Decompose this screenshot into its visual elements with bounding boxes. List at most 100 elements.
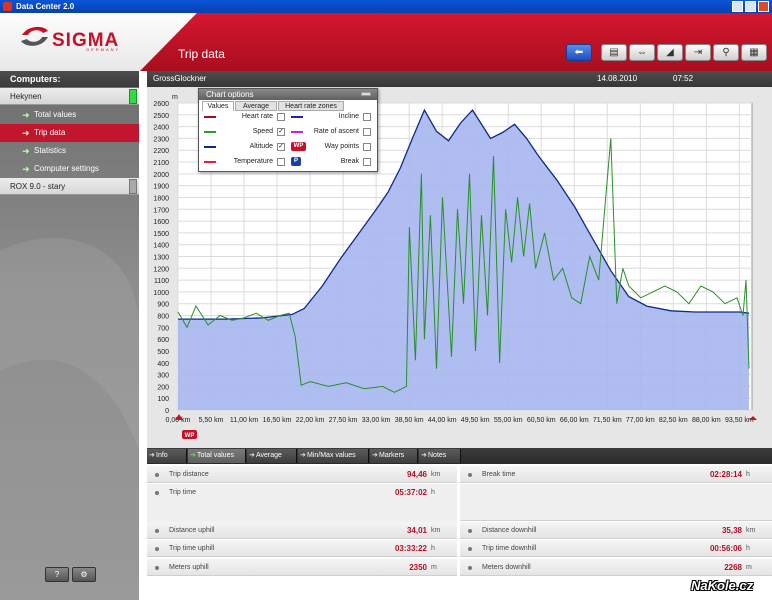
option-label: Break — [340, 158, 359, 165]
x-tick-label: 16,50 km — [263, 417, 292, 424]
trip-date: 14.08.2010 — [597, 74, 638, 83]
stat-label: Distance uphill — [169, 527, 215, 534]
sidebar-item-computer-settings[interactable]: ➜ Computer settings — [0, 160, 139, 178]
option-checkbox[interactable] — [363, 113, 371, 121]
tab-info[interactable]: ➜ Info — [147, 449, 187, 463]
export-icon: ▤ — [609, 47, 619, 58]
bullet-icon — [468, 547, 472, 551]
stat-value: 05:37:02 — [394, 488, 427, 497]
zoom-button[interactable]: ⚲ — [713, 44, 739, 61]
sidebar-item-label: Trip data — [34, 128, 66, 137]
waypoint-marker-label: WP — [185, 433, 195, 439]
stat-trip-time-uphill: Trip time uphill 03:33:22 h — [147, 540, 457, 557]
stat-trip-time: Trip time 05:37:02 h — [147, 484, 457, 527]
option-incline[interactable]: Incline — [199, 111, 379, 123]
x-tick-label: 27,50 km — [329, 417, 358, 424]
tab-markers[interactable]: ➜ Markers — [370, 449, 418, 463]
gear-icon: ⚙ — [80, 570, 88, 579]
minimize-button[interactable] — [732, 1, 743, 12]
minimize-icon[interactable] — [361, 92, 371, 96]
x-tick-label: 49,50 km — [461, 417, 490, 424]
y-tick-label: 1200 — [153, 266, 169, 273]
stat-trip-time-downhill: Trip time downhill 00:56:06 h — [460, 540, 772, 557]
x-tick-label: 71,50 km — [593, 417, 622, 424]
sidebar-item-statistics[interactable]: ➜ Statistics — [0, 142, 139, 160]
tab-total-values[interactable]: ➜ Total values — [188, 449, 246, 463]
stats-tabs: ➜ Info ➜ Total values ➜ Average ➜ Min/Max va… — [147, 448, 772, 464]
exchange-button[interactable]: ⇔ — [629, 44, 655, 61]
y-tick-label: 900 — [157, 302, 169, 309]
close-button[interactable] — [758, 1, 769, 12]
tab-values[interactable]: Values — [202, 101, 234, 111]
app-icon — [3, 2, 12, 11]
chart-options-header[interactable]: Chart options — [199, 89, 377, 100]
stat-unit: km — [746, 527, 756, 534]
eraser-button[interactable]: ◢ — [657, 44, 683, 61]
settings-button[interactable]: ⚙ — [72, 567, 96, 582]
export-button[interactable]: ▤ — [601, 44, 627, 61]
option-checkbox[interactable] — [363, 158, 371, 166]
sidebar-item-total-values[interactable]: ➜ Total values — [0, 106, 139, 124]
help-button[interactable]: ? — [45, 567, 69, 582]
arrow-icon: ➜ — [421, 452, 427, 459]
arrow-icon: ➜ — [22, 110, 30, 120]
y-tick-label: 2500 — [153, 113, 169, 120]
y-tick-label: 100 — [157, 396, 169, 403]
tab-min-max-values[interactable]: ➜ Min/Max values — [298, 449, 369, 463]
tab-average[interactable]: Average — [235, 101, 277, 111]
x-tick-label: 82,50 km — [659, 417, 688, 424]
stat-break-time: Break time 02:28:14 h — [460, 466, 772, 483]
stat-unit: m — [431, 564, 437, 571]
y-tick-label: 500 — [157, 349, 169, 356]
chart-options-panel[interactable]: Chart options Values Average Heart rate … — [198, 88, 378, 172]
stat-meters-uphill: Meters uphill 2350 m — [147, 559, 457, 576]
x-tick-label: 44,00 km — [428, 417, 457, 424]
arrow-icon: ➜ — [190, 452, 196, 459]
option-rate-of-ascent[interactable]: Rate of ascent — [199, 126, 379, 138]
stat-label: Trip time uphill — [169, 545, 215, 552]
stat-value: 02:28:14 — [709, 470, 742, 479]
print-icon: ▦ — [749, 47, 759, 58]
maximize-button[interactable] — [745, 1, 756, 12]
break-badge: P — [291, 157, 301, 166]
tab-notes[interactable]: ➜ Notes — [419, 449, 461, 463]
x-tick-label: 11,00 km — [230, 417, 258, 424]
brand-logo-sub: GERMANY — [86, 47, 121, 52]
y-tick-label: 2200 — [153, 148, 169, 155]
zoom-icon: ⚲ — [722, 47, 730, 58]
tab-label: Min/Max values — [307, 452, 356, 459]
stat-unit: h — [746, 545, 750, 552]
y-tick-label: 200 — [157, 384, 169, 391]
tab-label: Info — [156, 452, 168, 459]
distance-button[interactable]: ⇥ — [685, 44, 711, 61]
device-label: Hekynen — [10, 92, 42, 101]
stat-value: 35,38 — [721, 526, 742, 535]
option-label: Way points — [324, 143, 359, 150]
eraser-icon: ◢ — [666, 47, 674, 58]
stat-distance-downhill: Distance downhill 35,38 km — [460, 522, 772, 539]
device-hekynen[interactable]: Hekynen — [0, 88, 139, 105]
tab-heart-rate-zones[interactable]: Heart rate zones — [278, 101, 344, 111]
stat-meters-downhill: Meters downhill 2268 m — [460, 559, 772, 576]
sidebar-item-label: Computer settings — [34, 164, 99, 173]
option-break[interactable]: P Break — [199, 156, 379, 168]
sidebar-item-label: Statistics — [34, 146, 67, 155]
option-way-points[interactable]: WP Way points — [199, 141, 379, 153]
option-checkbox[interactable] — [363, 143, 371, 151]
stat-trip-distance: Trip distance 94,46 km — [147, 466, 457, 483]
trip-time: 07:52 — [673, 74, 694, 83]
y-tick-label: 1300 — [153, 255, 169, 262]
device-rox[interactable]: ROX 9.0 - stary — [0, 178, 139, 195]
stat-unit: m — [746, 564, 752, 571]
sidebar-item-trip-data[interactable]: ➜ Trip data — [0, 124, 139, 142]
print-button[interactable]: ▦ — [741, 44, 767, 61]
exchange-icon: ⇔ — [637, 47, 647, 58]
back-button[interactable]: ⬅ — [566, 44, 592, 61]
y-tick-label: 1800 — [153, 195, 169, 202]
window-title: Data Center 2.0 — [16, 2, 75, 11]
option-checkbox[interactable] — [363, 128, 371, 136]
bullet-icon — [155, 473, 159, 477]
stat-unit: km — [431, 527, 441, 534]
tab-average[interactable]: ➜ Average — [247, 449, 297, 463]
device-active-indicator — [129, 89, 137, 104]
